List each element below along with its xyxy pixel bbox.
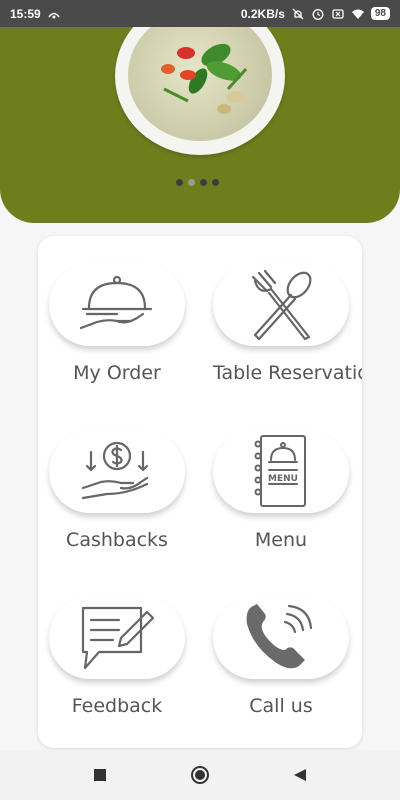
- status-time: 15:59: [10, 6, 41, 21]
- table-reservation-label: Table Reservatio: [213, 362, 362, 384]
- back-icon: [294, 769, 306, 781]
- hero-carousel[interactable]: [0, 27, 400, 223]
- recent-apps-icon: [94, 769, 106, 781]
- fork-spoon-icon: [251, 269, 312, 341]
- status-bar: 15:59 0.2KB/s 98: [0, 0, 400, 27]
- call-us-button[interactable]: Call us: [213, 597, 362, 717]
- table-reservation-button[interactable]: Table Reservatio: [213, 264, 362, 384]
- home-button[interactable]: [185, 760, 215, 790]
- carousel-dot[interactable]: [176, 179, 183, 186]
- battery-icon: 98: [370, 7, 390, 20]
- carousel-indicator: [176, 179, 219, 186]
- system-navigation-bar: [0, 750, 400, 800]
- recent-apps-button[interactable]: [85, 760, 115, 790]
- menu-button[interactable]: MENU Menu: [213, 431, 362, 551]
- signal-icon: [48, 12, 60, 18]
- network-speed: 0.2KB/s: [240, 6, 285, 21]
- menu-label: Menu: [254, 529, 308, 551]
- main-menu-card: My Order Table Reservatio Cashbacks MENU…: [38, 236, 362, 748]
- alarm-icon: [312, 8, 324, 20]
- cashbacks-button[interactable]: Cashbacks: [49, 431, 199, 551]
- cashbacks-label: Cashbacks: [66, 529, 168, 551]
- phone-icon: [246, 604, 313, 669]
- my-order-button[interactable]: My Order: [49, 264, 199, 384]
- mute-icon: [292, 8, 304, 19]
- my-order-label: My Order: [73, 362, 161, 384]
- coin-hand-icon: [81, 441, 149, 500]
- cloche-hand-icon: [79, 275, 153, 330]
- svg-text:MENU: MENU: [268, 474, 298, 484]
- home-icon: [191, 766, 209, 784]
- feedback-button[interactable]: Feedback: [49, 597, 199, 717]
- back-button[interactable]: [285, 760, 315, 790]
- carousel-dot[interactable]: [200, 179, 207, 186]
- carousel-dot-active[interactable]: [188, 179, 195, 186]
- wifi-icon: [351, 9, 364, 19]
- food-image: [115, 27, 285, 155]
- carousel-dot[interactable]: [212, 179, 219, 186]
- feedback-label: Feedback: [71, 695, 163, 717]
- menu-book-icon: MENU: [254, 435, 306, 507]
- call-us-label: Call us: [249, 695, 313, 717]
- sim-icon: [332, 8, 344, 19]
- feedback-note-icon: [81, 606, 155, 670]
